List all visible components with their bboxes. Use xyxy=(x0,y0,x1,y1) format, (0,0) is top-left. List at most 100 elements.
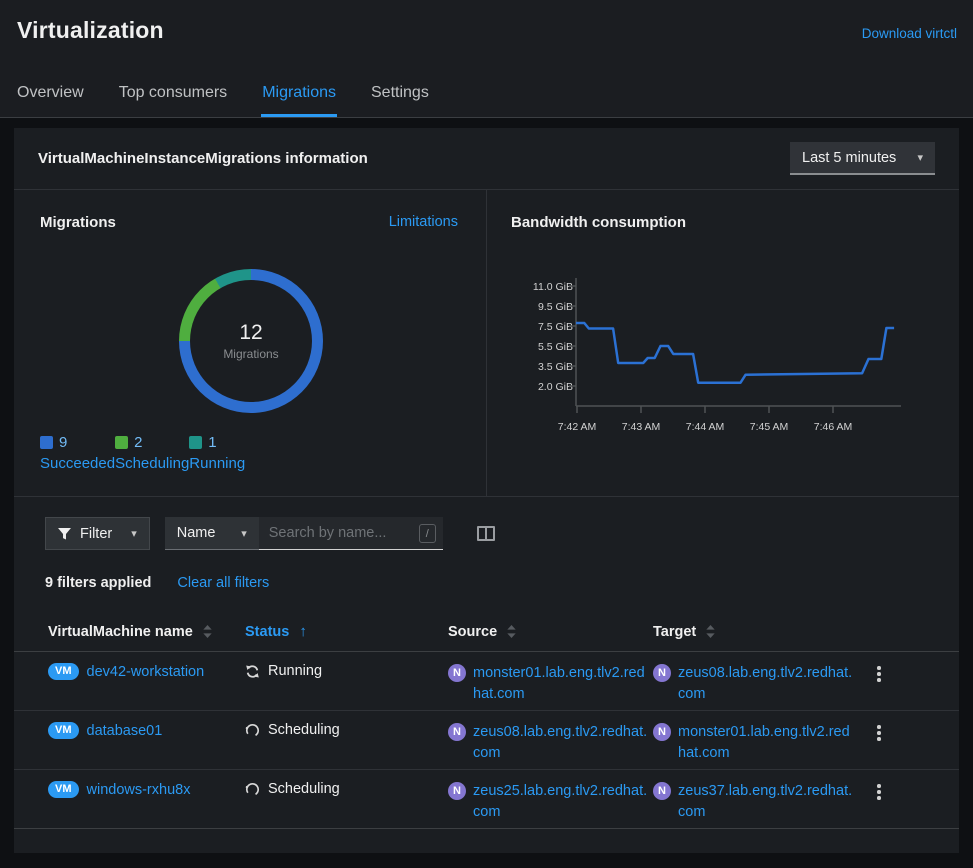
tab-top-consumers[interactable]: Top consumers xyxy=(118,84,229,117)
table-row: VM windows-rxhu8x Scheduling N zeus25.la… xyxy=(14,770,959,829)
column-header-status[interactable]: Status ↑ xyxy=(245,623,448,640)
target-node-link[interactable]: zeus37.lab.eng.tlv2.redhat.com xyxy=(678,781,854,823)
source-node-link[interactable]: zeus08.lab.eng.tlv2.redhat.com xyxy=(473,722,649,764)
migrations-donut-chart: 12 Migrations xyxy=(179,269,323,413)
bandwidth-line xyxy=(576,323,894,383)
page-title: Virtualization xyxy=(17,17,164,44)
slash-shortcut-badge: / xyxy=(419,524,436,543)
vm-name-cell: VM dev42-workstation xyxy=(48,663,245,680)
legend-swatch-scheduling xyxy=(115,436,128,449)
column-header-vm-name[interactable]: VirtualMachine name xyxy=(48,624,245,640)
x-tick-label: 7:44 AM xyxy=(673,421,737,433)
vm-name-cell: VM windows-rxhu8x xyxy=(48,781,245,798)
legend-item-succeeded[interactable]: 9 Succeeded xyxy=(40,434,115,472)
table-row: VM database01 Scheduling N zeus08.lab.en… xyxy=(14,711,959,770)
vm-link[interactable]: windows-rxhu8x xyxy=(87,782,191,798)
node-badge: N xyxy=(653,723,671,741)
vm-badge: VM xyxy=(48,663,79,680)
migrations-card: VirtualMachineInstanceMigrations informa… xyxy=(14,128,959,853)
target-node-link[interactable]: zeus08.lab.eng.tlv2.redhat.com xyxy=(678,663,854,705)
filter-summary: 9 filters applied Clear all filters xyxy=(45,575,269,591)
vm-badge: VM xyxy=(48,781,79,798)
source-cell: N zeus08.lab.eng.tlv2.redhat.com xyxy=(448,722,653,764)
table-row: VM dev42-workstation Running N monster01… xyxy=(14,652,959,711)
x-tick-label: 7:45 AM xyxy=(737,421,801,433)
target-cell: N zeus37.lab.eng.tlv2.redhat.com xyxy=(653,781,858,823)
filters-applied-text: 9 filters applied xyxy=(45,575,151,591)
table-toolbar: Filter ▾ Name ▾ / xyxy=(45,517,495,550)
donut-legend: 9 Succeeded 2 Scheduling 1 xyxy=(40,434,245,472)
donut-center: 12 Migrations xyxy=(190,280,312,402)
vm-link[interactable]: database01 xyxy=(87,723,163,739)
legend-label-scheduling[interactable]: Scheduling xyxy=(115,455,189,472)
kebab-menu-icon[interactable] xyxy=(858,781,888,800)
target-cell: N monster01.lab.eng.tlv2.redhat.com xyxy=(653,722,858,764)
status-cell: Scheduling xyxy=(245,722,448,738)
vm-name-cell: VM database01 xyxy=(48,722,245,739)
filter-attribute-select[interactable]: Name ▾ xyxy=(165,517,259,550)
source-node-link[interactable]: monster01.lab.eng.tlv2.redhat.com xyxy=(473,663,649,705)
filter-attribute-value: Name xyxy=(177,525,216,541)
masthead: Virtualization Download virtctl Overview… xyxy=(0,0,973,118)
filter-dropdown-button[interactable]: Filter ▾ xyxy=(45,517,150,550)
legend-count-succeeded: 9 xyxy=(59,434,67,451)
sort-both-icon xyxy=(203,625,212,638)
migrations-table: VirtualMachine name Status ↑ Source xyxy=(14,612,959,829)
filter-funnel-icon xyxy=(58,528,71,540)
source-node-link[interactable]: zeus25.lab.eng.tlv2.redhat.com xyxy=(473,781,649,823)
time-range-value: Last 5 minutes xyxy=(802,150,896,166)
tab-settings[interactable]: Settings xyxy=(370,84,430,117)
vm-link[interactable]: dev42-workstation xyxy=(87,664,205,680)
bandwidth-plot xyxy=(499,272,919,417)
status-text: Running xyxy=(268,663,322,679)
status-text: Scheduling xyxy=(268,722,340,738)
bandwidth-panel: Bandwidth consumption 11.0 GiB 9.5 GiB 7… xyxy=(487,190,959,496)
tab-migrations[interactable]: Migrations xyxy=(261,84,337,117)
sync-icon xyxy=(245,664,260,679)
tab-overview[interactable]: Overview xyxy=(16,84,85,117)
manage-columns-icon[interactable] xyxy=(477,526,495,541)
chevron-down-icon: ▾ xyxy=(241,527,247,540)
legend-count-running: 1 xyxy=(208,434,216,451)
sort-both-icon xyxy=(507,625,516,638)
node-badge: N xyxy=(448,723,466,741)
time-range-select[interactable]: Last 5 minutes ▾ xyxy=(790,142,935,175)
in-progress-icon xyxy=(245,723,260,738)
card-header: VirtualMachineInstanceMigrations informa… xyxy=(14,128,959,190)
sort-both-icon xyxy=(706,625,715,638)
source-cell: N monster01.lab.eng.tlv2.redhat.com xyxy=(448,663,653,705)
x-tick-label: 7:43 AM xyxy=(609,421,673,433)
chevron-down-icon: ▾ xyxy=(917,151,923,164)
node-badge: N xyxy=(448,664,466,682)
in-progress-icon xyxy=(245,782,260,797)
legend-label-succeeded[interactable]: Succeeded xyxy=(40,455,115,472)
legend-item-scheduling[interactable]: 2 Scheduling xyxy=(115,434,189,472)
source-cell: N zeus25.lab.eng.tlv2.redhat.com xyxy=(448,781,653,823)
legend-item-running[interactable]: 1 Running xyxy=(189,434,245,472)
status-cell: Running xyxy=(245,663,448,679)
search-input[interactable] xyxy=(259,517,443,549)
card-title: VirtualMachineInstanceMigrations informa… xyxy=(38,150,368,167)
clear-all-filters-link[interactable]: Clear all filters xyxy=(177,575,269,591)
x-tick-label: 7:46 AM xyxy=(801,421,865,433)
bandwidth-panel-title: Bandwidth consumption xyxy=(511,214,686,231)
sort-ascending-icon: ↑ xyxy=(299,623,307,640)
column-header-target[interactable]: Target xyxy=(653,624,858,640)
kebab-menu-icon[interactable] xyxy=(858,663,888,682)
kebab-menu-icon[interactable] xyxy=(858,722,888,741)
charts-row: Migrations Limitations 12 Migrations 9 xyxy=(14,190,959,497)
node-badge: N xyxy=(653,782,671,800)
status-cell: Scheduling xyxy=(245,781,448,797)
donut-total: 12 xyxy=(239,321,262,345)
legend-count-scheduling: 2 xyxy=(134,434,142,451)
x-tick-label: 7:42 AM xyxy=(545,421,609,433)
column-header-source[interactable]: Source xyxy=(448,624,653,640)
chevron-down-icon: ▾ xyxy=(131,527,137,540)
limitations-link[interactable]: Limitations xyxy=(389,214,458,230)
vm-badge: VM xyxy=(48,722,79,739)
search-box: / xyxy=(259,517,443,550)
legend-label-running[interactable]: Running xyxy=(189,455,245,472)
download-virtctl-link[interactable]: Download virtctl xyxy=(862,26,957,41)
target-cell: N zeus08.lab.eng.tlv2.redhat.com xyxy=(653,663,858,705)
target-node-link[interactable]: monster01.lab.eng.tlv2.redhat.com xyxy=(678,722,854,764)
